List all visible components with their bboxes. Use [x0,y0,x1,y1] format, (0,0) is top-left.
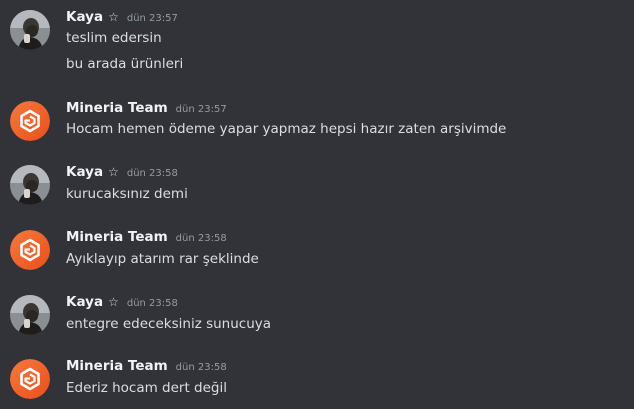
message-text: Ederiz hocam dert değil [66,380,227,396]
timestamp: dün 23:58 [175,233,227,244]
timestamp: dün 23:58 [126,168,178,179]
star-badge-icon: ☆ [108,10,119,24]
mineria-logo-avatar[interactable] [10,101,50,141]
user-avatar[interactable] [10,10,50,50]
timestamp: dün 23:58 [126,298,178,309]
timestamp: dün 23:57 [175,104,227,115]
user-avatar[interactable] [10,165,50,205]
message-text: entegre edeceksiniz sunucuya [66,316,272,332]
username[interactable]: Mineria Team [66,358,168,374]
message-text: kurucaksınız demi [66,186,188,202]
user-avatar[interactable] [10,295,50,335]
message-text: bu arada ürünleri [66,56,184,72]
message-text: teslim edersin [66,30,162,46]
username[interactable]: Kaya [66,9,103,25]
mineria-logo-avatar[interactable] [10,230,50,270]
message-text: Ayıklayıp atarım rar şeklinde [66,251,259,267]
username[interactable]: Kaya [66,294,103,310]
star-badge-icon: ☆ [108,165,119,179]
username[interactable]: Kaya [66,164,103,180]
star-badge-icon: ☆ [108,295,119,309]
chat-messages: Kaya ☆ dün 23:57 teslim edersin bu arada… [0,0,634,409]
timestamp: dün 23:57 [126,13,178,24]
mineria-logo-avatar[interactable] [10,359,50,399]
username[interactable]: Mineria Team [66,100,168,116]
username[interactable]: Mineria Team [66,229,168,245]
message-text: Hocam hemen ödeme yapar yapmaz hepsi haz… [66,121,507,137]
timestamp: dün 23:58 [175,362,227,373]
